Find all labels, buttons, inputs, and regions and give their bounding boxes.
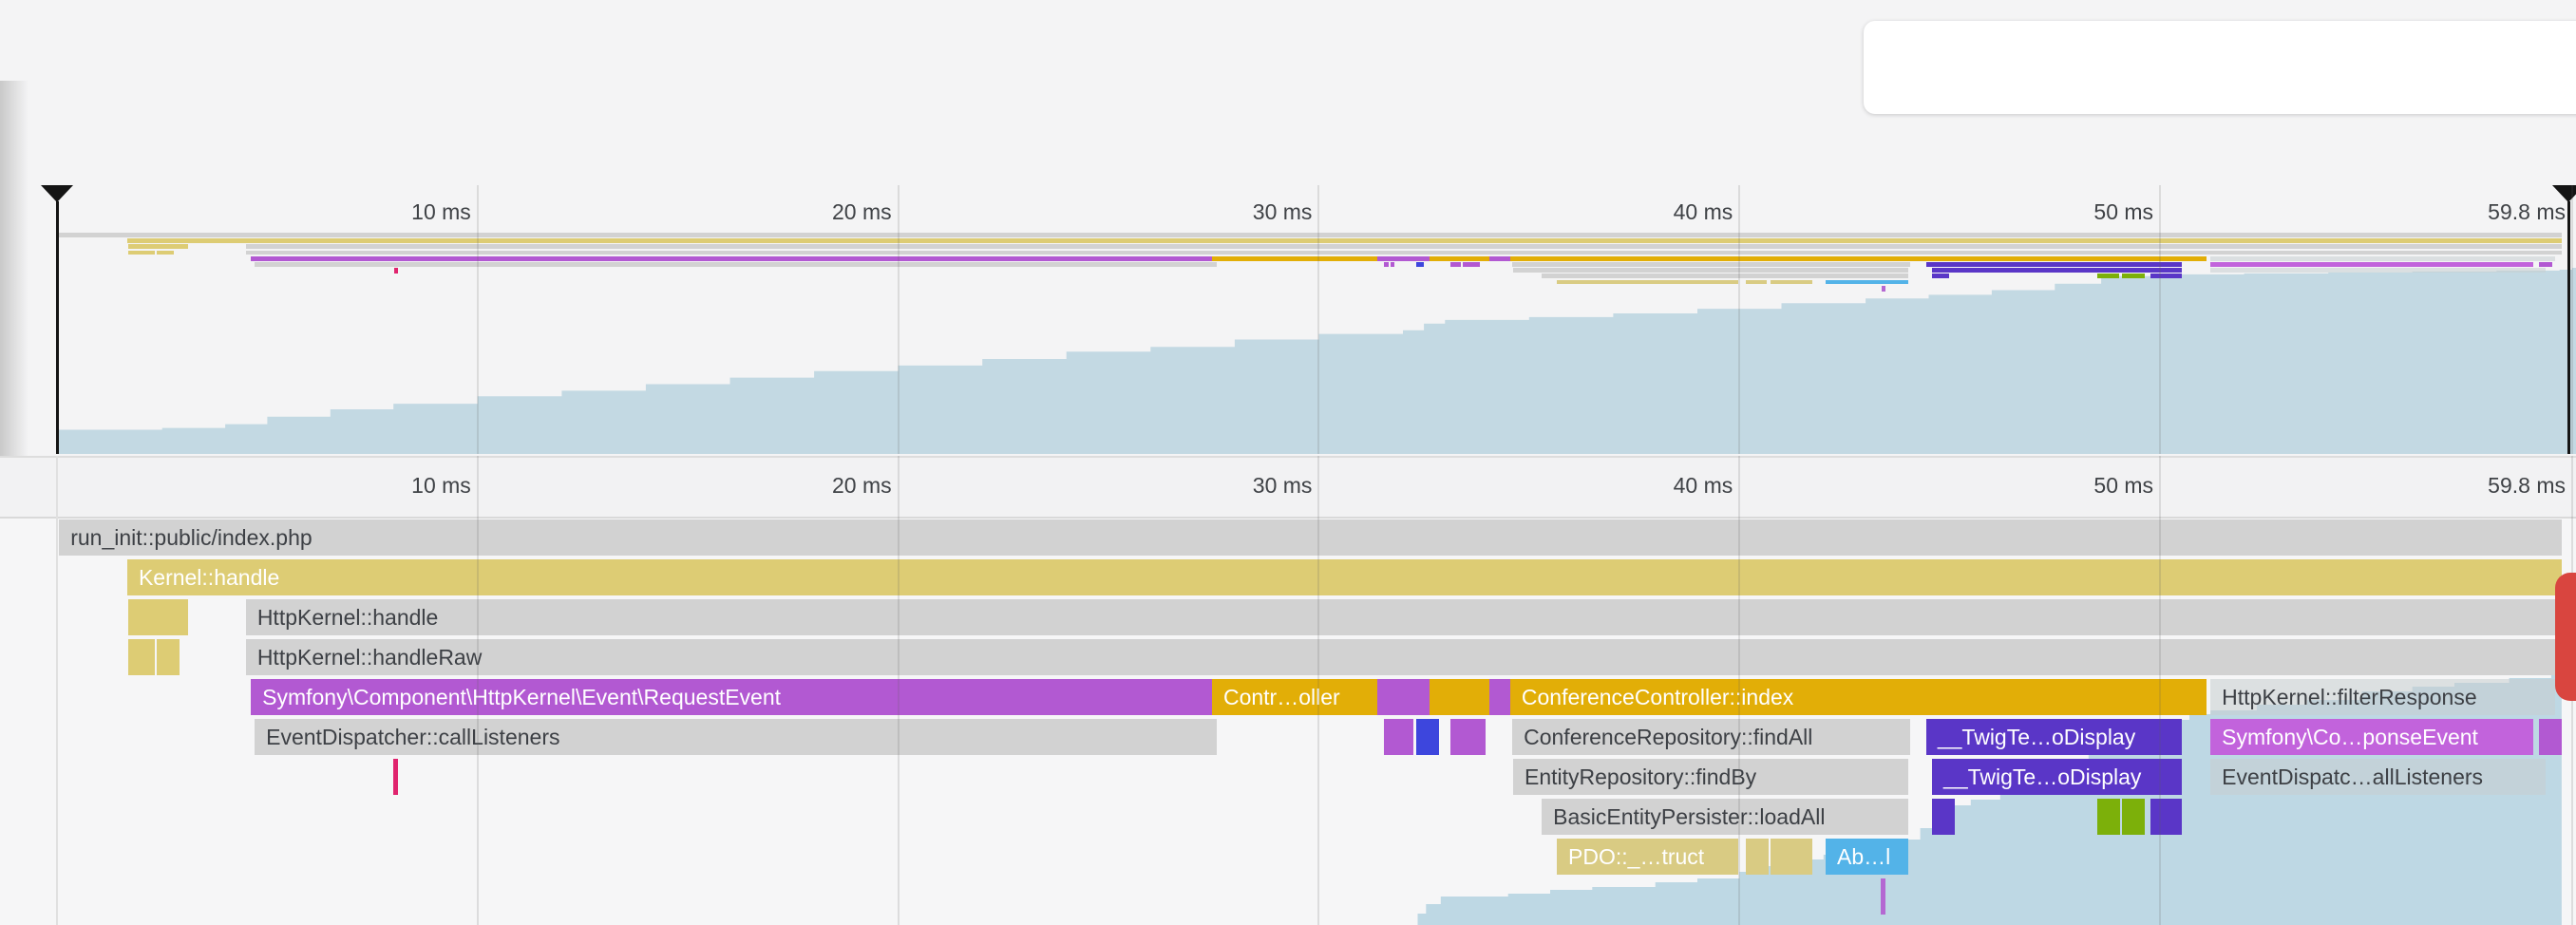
flame-bar[interactable]: __TwigTe…oDisplay [1932,759,2182,795]
flame-bar[interactable] [1746,839,1769,875]
flame-bar[interactable] [2539,719,2562,755]
detail-ruler-label: 59.8 ms [2488,475,2566,497]
flame-bar[interactable] [1489,679,1512,715]
flame-bar[interactable]: EventDispatc…allListeners [2210,759,2545,795]
flame-bar[interactable] [1932,799,1955,835]
flame-bar[interactable] [1416,719,1439,755]
flame-bar[interactable] [2097,799,2120,835]
flame-bar[interactable] [2122,799,2145,835]
flame-bar[interactable]: EntityRepository::findBy [1513,759,1908,795]
flame-bar[interactable]: Kernel::handle [127,559,2562,595]
overview-ruler-label: 20 ms [832,201,892,223]
flame-bar[interactable]: BasicEntityPersister::loadAll [1542,799,1908,835]
flame-bar[interactable]: Contr…oller [1212,679,1377,715]
flame-bar[interactable]: Ab…l [1826,839,1908,875]
gridline-overview [1317,185,1319,454]
scroll-indicator-pill[interactable] [2555,573,2576,701]
gridline-detail [898,456,900,925]
overview-ruler-label: 50 ms [2093,201,2153,223]
purple-event-marker-overview [1882,286,1885,292]
memory-area [0,0,2576,925]
gridline-detail [1317,456,1319,925]
flame-bar[interactable]: __TwigTe…oDisplay [1926,719,2182,755]
gridline-overview [2159,185,2161,454]
flame-bar[interactable]: PDO::_…truct [1557,839,1738,875]
gridline-detail [2159,456,2161,925]
toolbar: Filter events Display markers Feedback [1864,21,2576,114]
pink-event-marker-overview [394,268,398,274]
detail-ruler-label: 10 ms [411,475,471,497]
flame-bar[interactable] [1377,679,1430,715]
flame-bar[interactable]: HttpKernel::handle [246,599,2562,635]
overview-ruler-label: 40 ms [1674,201,1733,223]
detail-ruler-label: 40 ms [1674,475,1733,497]
flame-bar[interactable]: ConferenceRepository::findAll [1512,719,1910,755]
gridline-overview [477,185,479,454]
flame-bar[interactable] [1391,719,1413,755]
flame-bar[interactable]: Symfony\Co…ponseEvent [2210,719,2533,755]
detail-ruler-label: 50 ms [2093,475,2153,497]
flame-bar[interactable] [2150,799,2182,835]
pink-event-marker[interactable] [393,759,398,795]
flame-bar[interactable] [128,599,188,635]
flame-bar[interactable]: ConferenceController::index [1510,679,2207,715]
flame-bar[interactable] [1430,679,1489,715]
flame-bar[interactable]: run_init::public/index.php [59,519,2562,556]
gridline-detail [1738,456,1740,925]
detail-ruler-label: 30 ms [1253,475,1313,497]
gridline-overview [898,185,900,454]
purple-event-marker[interactable] [1881,878,1885,915]
flame-bar[interactable] [1463,719,1486,755]
detail-ruler-label: 20 ms [832,475,892,497]
overview-ruler-label: 59.8 ms [2488,201,2566,223]
flame-bar[interactable]: EventDispatcher::callListeners [255,719,1217,755]
flame-bar[interactable]: HttpKernel::handleRaw [246,639,2562,675]
profiler-timeline-page: run_init::public/index.phpKernel::handle… [0,0,2576,925]
gridline-detail [477,456,479,925]
flame-bar[interactable] [128,639,155,675]
flame-bar[interactable] [1771,839,1812,875]
flame-bar[interactable] [157,639,180,675]
overview-ruler-label: 10 ms [411,201,471,223]
flame-bar[interactable]: Symfony\Component\HttpKernel\Event\Reque… [251,679,1212,715]
flame-bar[interactable]: HttpKernel::filterResponse [2210,679,2555,715]
gridline-overview [1738,185,1740,454]
gridline-overview [2571,185,2573,454]
overview-ruler-label: 30 ms [1253,201,1313,223]
